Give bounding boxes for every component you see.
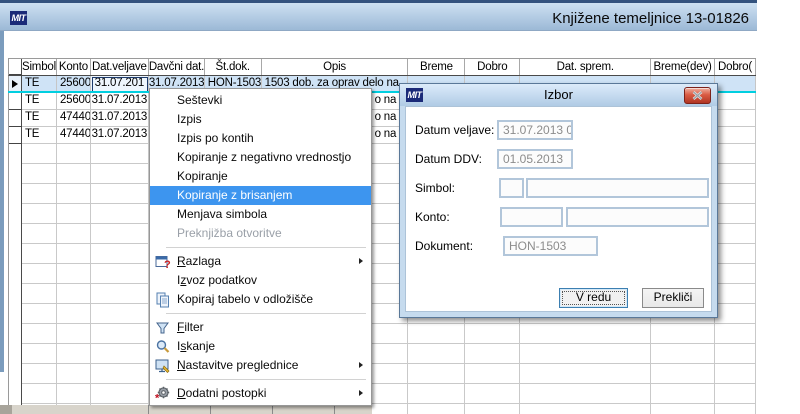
menu-item-label: Filter — [177, 320, 204, 334]
grid-footer-strip — [0, 405, 372, 414]
menu-item-label: Izvoz podatkov — [177, 273, 258, 287]
menu-item-label: Nastavitve preglednice — [177, 358, 299, 372]
column-header-opis[interactable]: Opis — [262, 59, 409, 75]
menu-item-menjava-simbola[interactable]: Menjava simbola — [150, 205, 371, 224]
menu-item-izpis[interactable]: Izpis — [150, 110, 371, 129]
footer-tick — [210, 405, 211, 414]
izbor-dialog: MIT Izbor Datum veljave: 31.07.2013 0 Da… — [399, 83, 718, 318]
column-header-dat-veljave[interactable]: Dat.veljave — [91, 59, 149, 75]
dokument-input[interactable]: HON-1503 — [503, 236, 598, 256]
context-menu: Seštevki Izpis Izpis po kontih Kopiranje… — [149, 88, 372, 406]
current-row-marker-icon — [12, 80, 18, 88]
row-header-ticks — [8, 144, 21, 414]
column-header-davcni-dat[interactable]: Davčni dat. — [149, 59, 205, 75]
submenu-arrow-icon — [359, 362, 363, 368]
menu-item-iskanje[interactable]: Iskanje — [150, 337, 371, 356]
grid-settings-icon — [155, 359, 170, 373]
cell-konto[interactable]: 25600 — [56, 93, 91, 110]
dialog-logo-icon: MIT — [406, 88, 423, 102]
menu-item-sestevki[interactable]: Seštevki — [150, 91, 371, 110]
konto-name-input[interactable] — [566, 207, 709, 227]
menu-separator — [150, 375, 371, 384]
column-header-st-dok[interactable]: Št.dok. — [205, 59, 262, 75]
submenu-arrow-icon — [359, 258, 363, 264]
column-header-dobro-dev[interactable]: Dobro( — [715, 59, 756, 75]
svg-text:?: ? — [164, 259, 171, 270]
close-icon — [692, 91, 703, 100]
submenu-arrow-icon — [359, 390, 363, 396]
grid-footer-corner — [0, 405, 12, 414]
app-logo-icon: MIT — [10, 11, 27, 25]
svg-text:*: * — [155, 392, 160, 402]
left-accent-bar — [0, 31, 4, 372]
row-selector-cell[interactable] — [9, 93, 22, 110]
simbol-input[interactable] — [499, 178, 524, 198]
konto-input[interactable] — [500, 207, 563, 227]
menu-item-izpis-po-kontih[interactable]: Izpis po kontih — [150, 129, 371, 148]
row-selector-cell[interactable] — [9, 110, 22, 127]
dialog-body: Datum veljave: 31.07.2013 0 Datum DDV: 0… — [405, 106, 712, 312]
menu-item-label: Iskanje — [177, 339, 216, 353]
cell-dobro-dev[interactable] — [715, 127, 756, 144]
menu-item-kopiraj-tabelo[interactable]: Kopiraj tabelo v odložišče — [150, 290, 371, 309]
gear-icon: * — [155, 386, 170, 402]
menu-item-izvoz-podatkov[interactable]: Izvoz podatkov — [150, 271, 371, 290]
menu-separator — [150, 243, 371, 252]
simbol-name-input[interactable] — [526, 178, 709, 198]
dialog-title: Izbor — [544, 87, 573, 102]
footer-tick — [334, 405, 335, 414]
cell-simbol[interactable]: TE — [21, 127, 57, 144]
column-header-rowselector[interactable] — [9, 59, 22, 75]
cancel-button[interactable]: Prekliči — [642, 288, 704, 308]
column-header-breme[interactable]: Breme — [408, 59, 466, 75]
column-header-dobro[interactable]: Dobro — [465, 59, 521, 75]
datum-ddv-input[interactable]: 01.05.2013 — [497, 149, 573, 169]
menu-item-dodatni-postopki[interactable]: * Dodatni postopki — [150, 384, 371, 403]
menu-item-filter[interactable]: Filter — [150, 318, 371, 337]
window-titlebar: MIT Knjižene temeljnice 13-01826 — [0, 0, 757, 31]
cell-dat-veljave[interactable]: 31.07.2013 — [90, 93, 149, 110]
table-header: Simbol Konto Dat.veljave Davčni dat. Št.… — [8, 58, 756, 76]
menu-item-kopiranje-z-brisanjem[interactable]: Kopiranje z brisanjem — [150, 186, 371, 205]
row-selector-cell[interactable] — [9, 127, 22, 144]
footer-tick — [148, 405, 149, 414]
window-title: Knjižene temeljnice 13-01826 — [552, 10, 749, 27]
menu-item-kopiranje-negativno[interactable]: Kopiranje z negativno vrednostjo — [150, 148, 371, 167]
cell-simbol[interactable]: TE — [21, 93, 57, 110]
menu-item-kopiranje[interactable]: Kopiranje — [150, 167, 371, 186]
menu-item-razlaga[interactable]: ? Razlaga — [150, 252, 371, 271]
cell-konto[interactable]: 47440 — [56, 110, 91, 127]
cell-dobro-dev[interactable] — [715, 110, 756, 127]
filter-icon — [156, 322, 169, 333]
datum-veljave-label: Datum veljave: — [415, 123, 495, 137]
column-header-breme-dev[interactable]: Breme(dev) — [651, 59, 716, 75]
menu-item-label: Dodatni postopki — [177, 386, 267, 400]
menu-item-label: Razlaga — [177, 254, 222, 268]
cell-simbol[interactable]: TE — [21, 110, 57, 127]
dokument-label: Dokument: — [415, 239, 474, 253]
cell-konto[interactable]: 47440 — [56, 127, 91, 144]
cell-dat-veljave[interactable]: 31.07.2013 — [90, 127, 149, 144]
column-header-simbol[interactable]: Simbol — [22, 59, 57, 75]
footer-tick — [272, 405, 273, 414]
datum-ddv-label: Datum DDV: — [415, 152, 482, 166]
simbol-label: Simbol: — [415, 181, 456, 195]
dialog-titlebar[interactable]: MIT Izbor — [400, 84, 717, 106]
close-button[interactable] — [684, 87, 711, 104]
ok-button[interactable]: V redu — [559, 288, 628, 308]
menu-item-nastavitve-preglednice[interactable]: Nastavitve preglednice — [150, 356, 371, 375]
search-icon — [156, 339, 170, 353]
screen: MIT Knjižene temeljnice 13-01826 Simbol … — [0, 0, 800, 414]
cell-dat-veljave[interactable]: 31.07.2013 — [90, 110, 149, 127]
column-header-dat-sprem[interactable]: Dat. sprem. — [520, 59, 652, 75]
menu-separator — [150, 309, 371, 318]
help-icon: ? — [155, 255, 171, 270]
menu-item-preknjizba-otvoritve: Preknjižba otvoritve — [177, 226, 282, 240]
cell-dobro-dev[interactable] — [715, 93, 756, 110]
column-header-konto[interactable]: Konto — [57, 59, 91, 75]
menu-item-label: Kopiraj tabelo v odložišče — [177, 292, 314, 306]
datum-veljave-input[interactable]: 31.07.2013 0 — [497, 120, 573, 140]
copy-icon — [156, 292, 169, 307]
konto-label: Konto: — [415, 210, 450, 224]
